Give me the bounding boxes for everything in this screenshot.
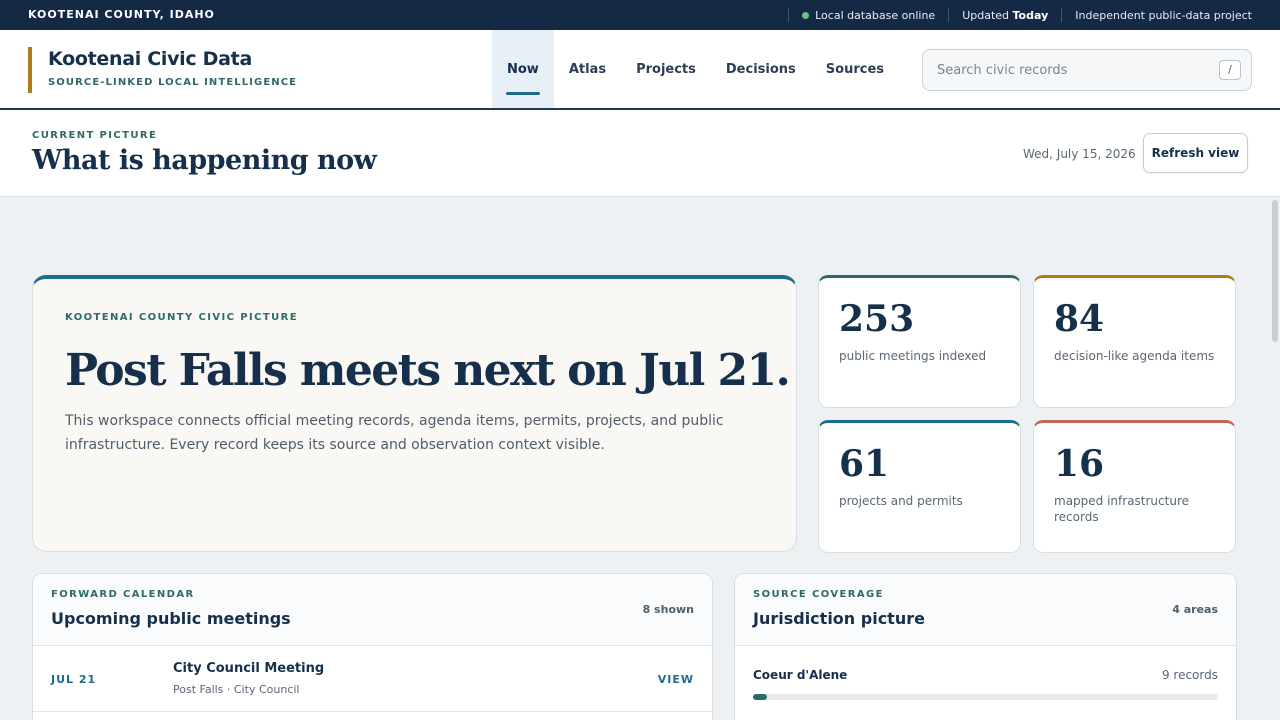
divider bbox=[1061, 8, 1063, 22]
nav-item-sources[interactable]: Sources bbox=[811, 30, 899, 108]
coverage-bar-fill bbox=[753, 694, 767, 700]
page-title: What is happening now bbox=[32, 145, 377, 176]
stat-label: projects and permits bbox=[839, 494, 963, 508]
search-input[interactable] bbox=[923, 50, 1213, 90]
nav-item-label: Atlas bbox=[568, 61, 607, 77]
stat-card-infrastructure[interactable]: 16 mapped infrastructure records bbox=[1033, 420, 1236, 553]
hero-card: KOOTENAI COUNTY CIVIC PICTURE Post Falls… bbox=[32, 275, 797, 552]
panel-title: Jurisdiction picture bbox=[753, 609, 925, 628]
refresh-view-button[interactable]: Refresh view bbox=[1143, 133, 1248, 173]
brand-tagline: SOURCE-LINKED LOCAL INTELLIGENCE bbox=[48, 77, 298, 88]
nav-item-label: Decisions bbox=[725, 61, 796, 77]
panel-count: 4 areas bbox=[1172, 603, 1218, 616]
stat-card-meetings[interactable]: 253 public meetings indexed bbox=[818, 275, 1021, 408]
keyboard-shortcut-hint: / bbox=[1219, 60, 1241, 80]
stat-value: 16 bbox=[1054, 443, 1105, 485]
stat-label: public meetings indexed bbox=[839, 349, 987, 363]
jurisdiction-row[interactable]: Coeur d'Alene 9 records bbox=[735, 646, 1236, 706]
stat-label: mapped infrastructure records bbox=[1054, 494, 1189, 524]
coverage-bar bbox=[753, 694, 1218, 700]
jurisdiction-name: Coeur d'Alene bbox=[753, 668, 848, 682]
upcoming-meetings-panel: FORWARD CALENDAR Upcoming public meeting… bbox=[32, 573, 713, 720]
database-status: Local database online bbox=[815, 8, 936, 22]
stat-label: decision-like agenda items bbox=[1054, 349, 1215, 363]
stat-value: 84 bbox=[1054, 298, 1105, 340]
main-nav: Now Atlas Projects Decisions Sources bbox=[492, 30, 899, 108]
hero-eyebrow: KOOTENAI COUNTY CIVIC PICTURE bbox=[65, 312, 298, 323]
panel-header: SOURCE COVERAGE Jurisdiction picture 4 a… bbox=[735, 574, 1236, 646]
divider bbox=[948, 8, 950, 22]
updated-value: Today bbox=[1012, 8, 1049, 22]
scrollbar-thumb[interactable] bbox=[1272, 200, 1278, 342]
search-box: / bbox=[922, 49, 1252, 91]
current-date: Wed, July 15, 2026 bbox=[1023, 147, 1136, 161]
nav-item-atlas[interactable]: Atlas bbox=[554, 30, 621, 108]
project-note: Independent public-data project bbox=[1075, 8, 1252, 22]
active-indicator bbox=[506, 92, 540, 95]
hero-headline: Post Falls meets next on Jul 21. bbox=[65, 345, 791, 396]
page-eyebrow: CURRENT PICTURE bbox=[32, 130, 158, 141]
site-header: Kootenai Civic Data SOURCE-LINKED LOCAL … bbox=[0, 30, 1280, 110]
panel-eyebrow: SOURCE COVERAGE bbox=[753, 589, 884, 600]
brand-name[interactable]: Kootenai Civic Data bbox=[48, 48, 252, 70]
nav-item-decisions[interactable]: Decisions bbox=[711, 30, 811, 108]
nav-item-label: Sources bbox=[825, 61, 885, 77]
status-dot-icon bbox=[802, 11, 810, 19]
brand-accent-bar bbox=[28, 47, 32, 93]
stat-value: 61 bbox=[839, 443, 890, 485]
divider bbox=[788, 8, 790, 22]
jurisdiction-record-count: 9 records bbox=[1161, 668, 1218, 682]
meeting-subtitle: Post Falls · City Council bbox=[173, 683, 300, 696]
panel-title: Upcoming public meetings bbox=[51, 609, 291, 628]
stat-value: 253 bbox=[839, 298, 915, 340]
top-strip-meta: Local database online Updated Today Inde… bbox=[775, 0, 1252, 30]
updated-label: Updated bbox=[962, 8, 1010, 22]
meeting-row[interactable]: JUL 21 City Council Meeting Post Falls ·… bbox=[33, 646, 712, 712]
nav-item-label: Now bbox=[507, 61, 539, 77]
meeting-title: City Council Meeting bbox=[173, 661, 325, 676]
county-label: KOOTENAI COUNTY, IDAHO bbox=[28, 8, 215, 21]
jurisdiction-panel: SOURCE COVERAGE Jurisdiction picture 4 a… bbox=[734, 573, 1237, 720]
page-header: CURRENT PICTURE What is happening now We… bbox=[0, 110, 1280, 197]
hero-description: This workspace connects official meeting… bbox=[65, 413, 724, 453]
meeting-date: JUL 21 bbox=[51, 673, 97, 686]
panel-count: 8 shown bbox=[642, 603, 694, 616]
panel-header: FORWARD CALENDAR Upcoming public meeting… bbox=[33, 574, 712, 646]
view-meeting-link[interactable]: VIEW bbox=[658, 673, 694, 686]
nav-item-label: Projects bbox=[636, 61, 696, 77]
nav-item-projects[interactable]: Projects bbox=[621, 30, 711, 108]
page-scrollbar[interactable] bbox=[1270, 197, 1280, 720]
nav-item-now[interactable]: Now bbox=[492, 30, 554, 108]
panel-eyebrow: FORWARD CALENDAR bbox=[51, 589, 195, 600]
stat-card-agenda-items[interactable]: 84 decision-like agenda items bbox=[1033, 275, 1236, 408]
stat-card-projects[interactable]: 61 projects and permits bbox=[818, 420, 1021, 553]
top-strip: KOOTENAI COUNTY, IDAHO Local database on… bbox=[0, 0, 1280, 30]
